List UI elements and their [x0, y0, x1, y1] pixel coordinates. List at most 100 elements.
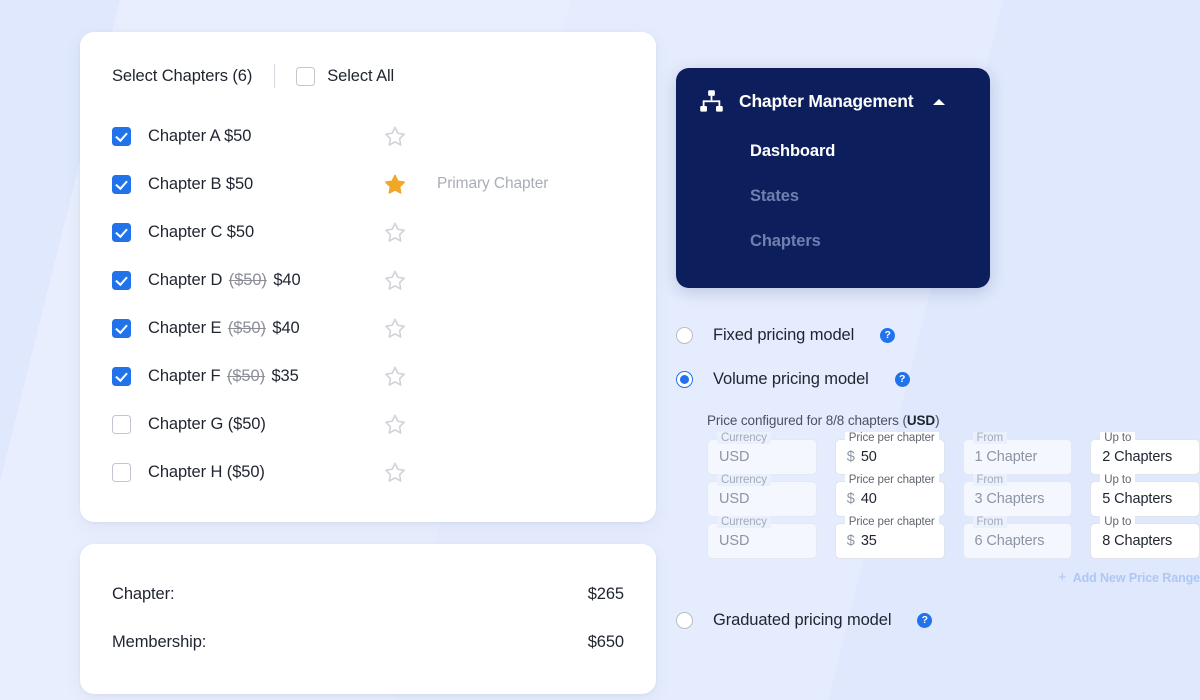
price-range-row: Currency USD Price per chapter $50 From 1 Cha…	[707, 432, 1200, 475]
chapter-row[interactable]: Chapter D ($50) $40	[112, 256, 624, 304]
price-per-chapter-field-label: Price per chapter	[844, 516, 939, 528]
chapter-checkbox[interactable]	[112, 414, 131, 434]
currency-field-value: USD	[719, 533, 750, 549]
price-per-chapter-field[interactable]: Price per chapter $40	[834, 474, 945, 517]
from-field: From 6 Chapters	[962, 516, 1073, 559]
currency-field-value: USD	[719, 449, 750, 465]
up-to-field-value: 2 Chapters	[1102, 449, 1173, 465]
from-field-label: From	[972, 474, 1007, 486]
chapter-row[interactable]: Chapter B $50 Primary Chapter	[112, 160, 624, 208]
chapter-label: Chapter G ($50)	[148, 414, 266, 433]
help-icon-fixed-pricing[interactable]: ?	[880, 327, 896, 343]
chapter-primary-cell	[384, 365, 624, 387]
chapter-row[interactable]: Chapter E ($50) $40	[112, 304, 624, 352]
up-to-field[interactable]: Up to 8 Chapters	[1090, 516, 1200, 559]
star-filled-icon[interactable]	[384, 173, 406, 195]
price-range-row: Currency USD Price per chapter $40 From 3 Cha…	[707, 474, 1200, 517]
chapter-primary-cell	[384, 461, 624, 483]
price-range-rows: Currency USD Price per chapter $50 From 1 Cha…	[707, 432, 1200, 559]
currency-field: Currency USD	[707, 516, 817, 559]
chapter-label: Chapter F ($50) $35	[148, 366, 299, 385]
price-per-chapter-field-label: Price per chapter	[844, 474, 939, 486]
star-outline-icon[interactable]	[384, 269, 406, 291]
up-to-field-value: 5 Chapters	[1102, 491, 1173, 507]
chapter-checkbox[interactable]	[112, 126, 131, 146]
select-all-label: Select All	[327, 66, 395, 85]
pricing-model-option-volume[interactable]: Volume pricing model ?	[676, 363, 1200, 395]
currency-field-label: Currency	[717, 474, 771, 486]
up-to-field[interactable]: Up to 5 Chapters	[1090, 474, 1200, 517]
from-field-label: From	[972, 516, 1007, 528]
chapter-checkbox[interactable]	[112, 222, 131, 242]
pricing-model-option-graduated[interactable]: Graduated pricing model ?	[676, 604, 1200, 636]
chapter-label: Chapter E ($50) $40	[148, 318, 300, 337]
star-outline-icon[interactable]	[384, 317, 406, 339]
price-configured-currency: USD	[906, 413, 936, 428]
left-column: Select Chapters (6) Select All Chapter A…	[80, 32, 656, 694]
chapter-label: Chapter A $50	[148, 126, 252, 145]
radio-fixed-pricing[interactable]	[676, 326, 693, 344]
help-icon-volume-pricing[interactable]: ?	[894, 371, 910, 387]
primary-chapter-tag: Primary Chapter	[437, 175, 549, 192]
nav-item-list: Dashboard States Chapters	[698, 129, 968, 264]
currency-symbol: $	[846, 491, 855, 507]
select-all-checkbox[interactable]	[296, 66, 316, 86]
add-new-price-range-button[interactable]: + Add New Price Range	[707, 570, 1200, 585]
chapter-primary-cell	[384, 221, 624, 243]
star-outline-icon[interactable]	[384, 413, 406, 435]
select-all-control[interactable]: Select All	[296, 66, 395, 86]
star-outline-icon[interactable]	[384, 125, 406, 147]
from-field-value: 3 Chapters	[974, 491, 1045, 507]
plus-icon: +	[1057, 569, 1067, 586]
price-per-chapter-field[interactable]: Price per chapter $35	[834, 516, 945, 559]
add-new-price-range-label: Add New Price Range	[1072, 570, 1200, 585]
nav-item-states[interactable]: States	[698, 174, 968, 219]
star-outline-icon[interactable]	[384, 221, 406, 243]
chapter-checkbox[interactable]	[112, 318, 131, 338]
from-field-value: 1 Chapter	[974, 449, 1038, 465]
chapter-row[interactable]: Chapter H ($50)	[112, 448, 624, 496]
chapter-row[interactable]: Chapter C $50	[112, 208, 624, 256]
nav-item-dashboard[interactable]: Dashboard	[698, 129, 968, 174]
chapter-primary-cell	[384, 413, 624, 435]
chapter-management-nav-card: Chapter Management Dashboard States Chapte…	[676, 68, 990, 288]
sitemap-icon	[698, 88, 725, 115]
price-configured-suffix: )	[935, 413, 940, 428]
chapter-primary-cell	[384, 125, 624, 147]
star-outline-icon[interactable]	[384, 365, 406, 387]
caret-up-icon[interactable]	[933, 98, 946, 105]
price-per-chapter-field[interactable]: Price per chapter $50	[834, 432, 945, 475]
pricing-model-option-fixed[interactable]: Fixed pricing model ?	[676, 319, 1200, 351]
pricing-model-label-fixed: Fixed pricing model	[713, 325, 855, 344]
chapter-row[interactable]: Chapter F ($50) $35	[112, 352, 624, 400]
radio-graduated-pricing[interactable]	[676, 611, 693, 629]
up-to-field[interactable]: Up to 2 Chapters	[1090, 432, 1200, 475]
total-row: Chapter: $265	[112, 570, 624, 618]
star-outline-icon[interactable]	[384, 461, 406, 483]
chapter-checkbox[interactable]	[112, 270, 131, 290]
from-field-label: From	[972, 432, 1007, 444]
chapter-checkbox[interactable]	[112, 174, 131, 194]
radio-volume-pricing[interactable]	[676, 370, 693, 388]
nav-card-title: Chapter Management	[739, 91, 914, 111]
nav-item-chapters[interactable]: Chapters	[698, 219, 968, 264]
chapter-checkbox[interactable]	[112, 366, 131, 386]
price-configured-prefix: Price configured for 8/8 chapters (	[707, 413, 907, 428]
total-value: $265	[587, 584, 624, 603]
chapter-checkbox[interactable]	[112, 462, 131, 482]
chapter-row[interactable]: Chapter A $50	[112, 112, 624, 160]
nav-card-header[interactable]: Chapter Management	[698, 88, 968, 115]
price-configured-note: Price configured for 8/8 chapters (USD)	[707, 413, 1200, 428]
chapter-label: Chapter H ($50)	[148, 462, 265, 481]
chapter-primary-cell	[384, 269, 624, 291]
price-per-chapter-field-value: 40	[860, 491, 877, 507]
currency-field: Currency USD	[707, 474, 817, 517]
totals-panel: Chapter: $265 Membership: $650	[80, 544, 656, 694]
totals-list: Chapter: $265 Membership: $650	[112, 570, 624, 666]
volume-pricing-config: Price configured for 8/8 chapters (USD) …	[676, 413, 1200, 585]
currency-field: Currency USD	[707, 432, 817, 475]
from-field: From 1 Chapter	[962, 432, 1073, 475]
help-icon-graduated-pricing[interactable]: ?	[917, 612, 933, 628]
chapter-row[interactable]: Chapter G ($50)	[112, 400, 624, 448]
header-divider	[274, 64, 276, 88]
